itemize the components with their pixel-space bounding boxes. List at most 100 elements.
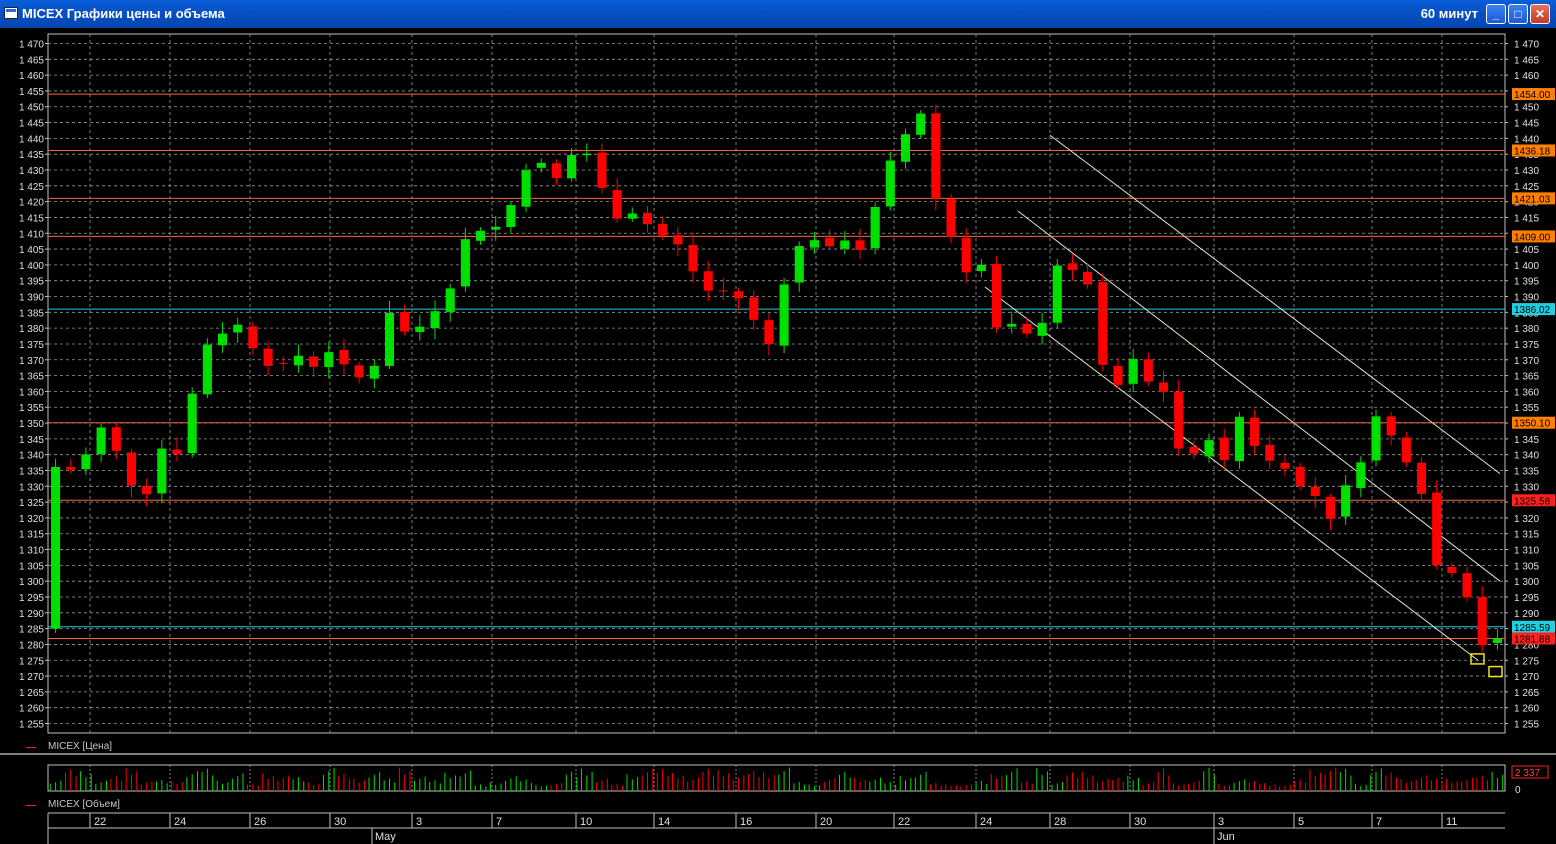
- y-tick-label-left: 1 425: [19, 182, 44, 193]
- level-label: 1436.18: [1514, 146, 1551, 157]
- y-tick-label-right: 1 260: [1514, 704, 1539, 715]
- y-tick-label-right: 1 445: [1514, 119, 1539, 130]
- day-label: 22: [898, 816, 910, 828]
- candle-body: [66, 467, 76, 470]
- volume-panel: 2 337 0: [0, 753, 1556, 796]
- y-tick-label-left: 1 340: [19, 451, 44, 462]
- candle-body: [734, 291, 744, 299]
- maximize-button[interactable]: □: [1508, 4, 1528, 24]
- y-tick-label-left: 1 445: [19, 119, 44, 130]
- candle-body: [384, 312, 395, 366]
- price-legend-swatch: [26, 747, 36, 748]
- candle-body: [1174, 391, 1184, 449]
- volume-legend: MICEX [Объем]: [48, 799, 120, 810]
- day-label: 3: [1218, 816, 1224, 828]
- candle-body: [825, 237, 835, 247]
- candle-body: [551, 163, 561, 178]
- y-tick-label-left: 1 295: [19, 593, 44, 604]
- level-label: 1281.88: [1514, 634, 1551, 645]
- level-label: 1285.59: [1514, 623, 1551, 634]
- candle-body: [809, 240, 819, 248]
- level-label: 1421.03: [1514, 194, 1551, 205]
- y-tick-label-left: 1 380: [19, 324, 44, 335]
- y-tick-label-right: 1 450: [1514, 103, 1539, 114]
- y-tick-label-left: 1 430: [19, 166, 44, 177]
- candle-body: [703, 271, 713, 291]
- candle-body: [142, 486, 152, 495]
- chart-grid: [47, 33, 1506, 734]
- candle-body: [1037, 322, 1047, 336]
- candle-body: [855, 240, 865, 250]
- candle-body: [324, 352, 334, 367]
- y-tick-label-left: 1 345: [19, 435, 44, 446]
- y-tick-label-right: 1 315: [1514, 530, 1539, 541]
- candle-body: [309, 356, 319, 367]
- candle-body: [1098, 282, 1108, 365]
- window-titlebar[interactable]: MICEX Графики цены и объема 60 минут _ □…: [0, 0, 1556, 28]
- y-tick-label-left: 1 450: [19, 103, 44, 114]
- y-tick-label-left: 1 385: [19, 308, 44, 319]
- day-label: 24: [980, 816, 992, 828]
- candle-body: [1158, 382, 1169, 392]
- minimize-button[interactable]: _: [1486, 4, 1506, 24]
- channel-middle: [1017, 210, 1501, 582]
- candle-body: [400, 312, 410, 332]
- y-tick-label-right: 1 300: [1514, 577, 1539, 588]
- y-tick-label-right: 1 330: [1514, 482, 1539, 493]
- y-tick-label-left: 1 355: [19, 403, 44, 414]
- day-label: 30: [334, 816, 346, 828]
- y-tick-label-left: 1 330: [19, 482, 44, 493]
- candle-body: [567, 155, 577, 179]
- day-label: 7: [1376, 816, 1382, 828]
- candle-body: [1052, 265, 1062, 323]
- candle-body: [460, 239, 470, 287]
- candle-body: [172, 449, 182, 455]
- y-tick-label-right: 1 380: [1514, 324, 1539, 335]
- y-tick-label-left: 1 365: [19, 372, 44, 383]
- candle-body: [415, 326, 425, 332]
- y-tick-label-right: 1 360: [1514, 387, 1539, 398]
- y-tick-label-left: 1 335: [19, 466, 44, 477]
- candle-body: [1067, 263, 1078, 271]
- y-tick-label-left: 1 315: [19, 530, 44, 541]
- y-tick-label-left: 1 470: [19, 39, 44, 50]
- y-tick-label-left: 1 410: [19, 229, 44, 240]
- candle-body: [293, 355, 303, 366]
- day-label: 30: [1134, 816, 1146, 828]
- y-tick-label-left: 1 270: [19, 672, 44, 683]
- price-candles: [51, 104, 1503, 678]
- candle-body: [885, 160, 895, 207]
- price-volume-chart[interactable]: 1 255 1 260 1 265 1 270 1 275 1 280 1 285 1 290…: [0, 28, 1556, 844]
- candle-body: [1492, 638, 1502, 643]
- candle-body: [992, 264, 1002, 328]
- candle-body: [1356, 462, 1366, 489]
- day-label: 20: [820, 816, 832, 828]
- volume-max-label: 2 337: [1515, 768, 1540, 779]
- candle-body: [1371, 416, 1381, 461]
- candle-body: [1401, 437, 1411, 463]
- candle-body: [126, 452, 137, 486]
- y-tick-label-right: 1 415: [1514, 213, 1539, 224]
- y-tick-label-left: 1 280: [19, 640, 44, 651]
- y-tick-label-right: 1 365: [1514, 372, 1539, 383]
- candle-body: [1386, 416, 1396, 436]
- candle-body: [1128, 358, 1138, 384]
- candle-body: [1432, 492, 1442, 566]
- day-label: 24: [174, 816, 186, 828]
- candle-body: [1113, 365, 1123, 385]
- candle-body: [339, 349, 349, 365]
- candle-body: [597, 152, 607, 188]
- candle-body: [1416, 462, 1427, 494]
- y-tick-label-right: 1 430: [1514, 166, 1539, 177]
- candle-body: [1022, 323, 1032, 334]
- level-lines: [48, 93, 1505, 639]
- candle-body: [1204, 440, 1214, 457]
- candle-body: [900, 134, 911, 162]
- candle-body: [1007, 323, 1017, 327]
- candle-body: [248, 326, 258, 348]
- close-button[interactable]: ✕: [1530, 4, 1550, 24]
- y-tick-label-right: 1 405: [1514, 245, 1539, 256]
- y-tick-label-left: 1 415: [19, 213, 44, 224]
- candle-body: [187, 393, 197, 454]
- day-label: 14: [658, 816, 670, 828]
